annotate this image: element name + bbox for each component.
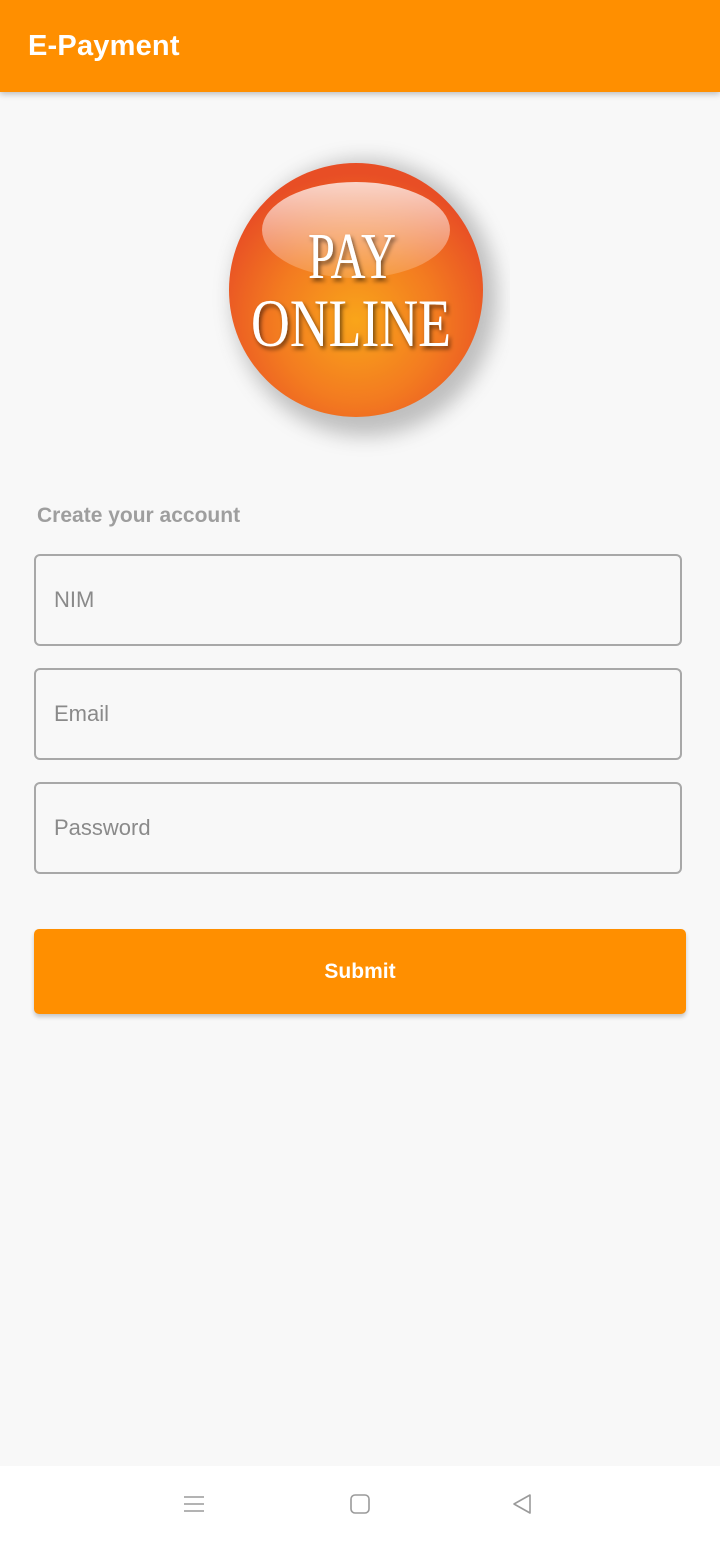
submit-button[interactable]: Submit: [34, 929, 686, 1014]
logo-text-pay: PAY: [308, 220, 396, 293]
app-bar: E-Payment: [0, 0, 720, 92]
logo-text-online: ONLINE: [251, 285, 451, 361]
pay-online-logo: PAY ONLINE: [210, 140, 510, 460]
menu-icon[interactable]: [178, 1488, 210, 1520]
system-nav-bar: [0, 1466, 720, 1542]
email-input[interactable]: [34, 668, 682, 760]
nim-input[interactable]: [34, 554, 682, 646]
password-input[interactable]: [34, 782, 682, 874]
create-account-heading: Create your account: [37, 504, 241, 527]
home-icon[interactable]: [344, 1488, 376, 1520]
app-title: E-Payment: [28, 30, 180, 62]
back-icon[interactable]: [506, 1488, 538, 1520]
